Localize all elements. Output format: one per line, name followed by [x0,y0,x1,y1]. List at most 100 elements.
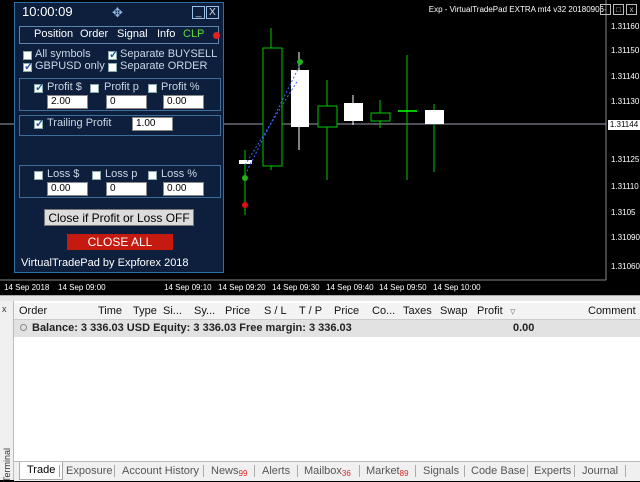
tab-journal[interactable]: Journal [582,465,618,477]
current-price-label: 1.31144 [608,120,640,130]
close-button[interactable]: x [626,4,637,15]
maximize-button[interactable]: □ [613,4,624,15]
tab-alerts[interactable]: Alerts [262,465,290,477]
col-sl[interactable]: S / L [264,305,287,317]
tab-code-base[interactable]: Code Base [471,465,525,477]
loss-pct-checkbox[interactable] [148,171,157,180]
tab-signals[interactable]: Signals [423,465,459,477]
trailing-profit-checkbox[interactable] [34,117,44,130]
tab-separator [59,465,60,477]
tab-market[interactable]: Market89 [366,465,409,478]
tab-order[interactable]: Order [80,28,108,40]
tab-position[interactable]: Position [34,28,73,40]
price-tick: 1.31130 [611,97,640,106]
loss-p-input[interactable]: 0 [106,182,147,196]
terminal-splitter[interactable] [0,295,640,301]
separate-order-checkbox[interactable] [108,63,117,72]
close-terminal-icon[interactable]: x [2,304,7,314]
panel-clock: 10:00:09 [22,4,73,19]
chart-window-buttons: - □ x [600,4,637,15]
price-tick: 1.31140 [611,72,640,81]
tab-info[interactable]: Info [157,28,175,40]
time-tick: 14 Sep 10:00 [433,283,481,292]
candle-body [398,110,417,112]
col-swap[interactable]: Swap [440,305,468,317]
minimize-panel-button[interactable]: _ [192,6,205,19]
tab-experts[interactable]: Experts [534,465,571,477]
tab-code-base-label: Code Base [471,465,526,477]
col-type[interactable]: Type [133,305,157,317]
total-profit: 0.00 [513,322,535,334]
balance-row[interactable]: Balance: 3 336.03 USD Equity: 3 336.03 F… [14,320,640,337]
close-all-button[interactable]: CLOSE ALL [67,234,173,250]
col-symbol[interactable]: Sy... [194,305,215,317]
candle-body [344,103,363,121]
tab-signal[interactable]: Signal [117,28,148,40]
trailing-profit-input[interactable]: 1.00 [132,117,173,131]
buy-marker [242,175,248,181]
profit-pct-checkbox[interactable] [148,84,157,93]
price-tick: 1.31110 [611,182,639,191]
tab-separator [415,465,416,477]
loss-dollar-input[interactable]: 0.00 [47,182,88,196]
tab-account-history-label: Account History [122,465,200,477]
col-size[interactable]: Si... [163,305,182,317]
col-commission[interactable]: Co... [372,305,395,317]
tab-journal-label: Journal [582,465,619,477]
col-current-price[interactable]: Price [334,305,359,317]
col-profit[interactable]: Profit [477,305,503,317]
orders-table-header: Order Time Type Si... Sy... Price S / L … [14,303,640,320]
terminal-window: x Terminal Order Time Type Si... Sy... P… [0,295,640,482]
tab-mailbox[interactable]: Mailbox36 [304,465,351,478]
gbpusd-only-checkbox[interactable] [23,60,33,73]
col-tp[interactable]: T / P [299,305,322,317]
sort-arrow-icon: ▿ [510,306,516,318]
col-price[interactable]: Price [225,305,250,317]
tab-separator [464,465,465,477]
tab-mailbox-label: Mailbox [304,465,342,477]
loss-p-checkbox[interactable] [92,171,101,180]
tab-separator [574,465,575,477]
tab-news[interactable]: News99 [211,465,247,478]
profit-dollar-checkbox[interactable] [34,81,44,94]
profit-p-label: Profit p [104,81,139,93]
loss-dollar-checkbox[interactable] [34,171,43,180]
profit-p-input[interactable]: 0 [106,95,147,109]
tab-trade[interactable]: Trade [19,462,64,480]
loss-p-label: Loss p [105,168,138,180]
price-tick: 1.31150 [611,46,640,55]
status-dot-icon [213,32,220,39]
col-time[interactable]: Time [98,305,122,317]
time-tick: 14 Sep 09:30 [272,283,320,292]
separate-buysell-label: Separate BUYSELL [120,48,218,60]
tab-separator [297,465,298,477]
price-tick: 1.31090 [611,233,640,242]
col-comment[interactable]: Comment [588,305,636,317]
terminal-tabs: Trade Exposure Account History News99 Al… [14,461,640,481]
tab-exposure[interactable]: Exposure [66,465,112,477]
news-count-badge: 99 [238,469,248,478]
tab-clp[interactable]: CLP [183,28,204,40]
loss-pct-input[interactable]: 0.00 [163,182,204,196]
close-panel-button[interactable]: X [206,6,219,19]
balance-icon [20,324,27,331]
col-taxes[interactable]: Taxes [403,305,432,317]
profit-pct-input[interactable]: 0.00 [163,95,204,109]
sell-marker [242,202,248,208]
tab-account-history[interactable]: Account History [122,465,199,477]
col-order[interactable]: Order [19,305,47,317]
separate-buysell-checkbox[interactable] [108,48,118,61]
tab-experts-label: Experts [534,465,572,477]
tab-separator [114,465,115,477]
time-tick: 14 Sep 09:50 [379,283,427,292]
close-if-profit-loss-button[interactable]: Close if Profit or Loss OFF [44,209,194,226]
profit-dollar-input[interactable]: 2.00 [47,95,88,109]
profit-p-checkbox[interactable] [90,84,99,93]
all-symbols-label: All symbols [35,48,91,60]
virtual-trade-pad[interactable]: 10:00:09 ✥ _ X Position Order Signal Inf… [14,2,224,273]
tab-separator [359,465,360,477]
minimize-button[interactable]: - [600,4,611,15]
loss-pct-label: Loss % [161,168,198,180]
move-icon[interactable]: ✥ [112,5,123,21]
all-symbols-checkbox[interactable] [23,51,32,60]
